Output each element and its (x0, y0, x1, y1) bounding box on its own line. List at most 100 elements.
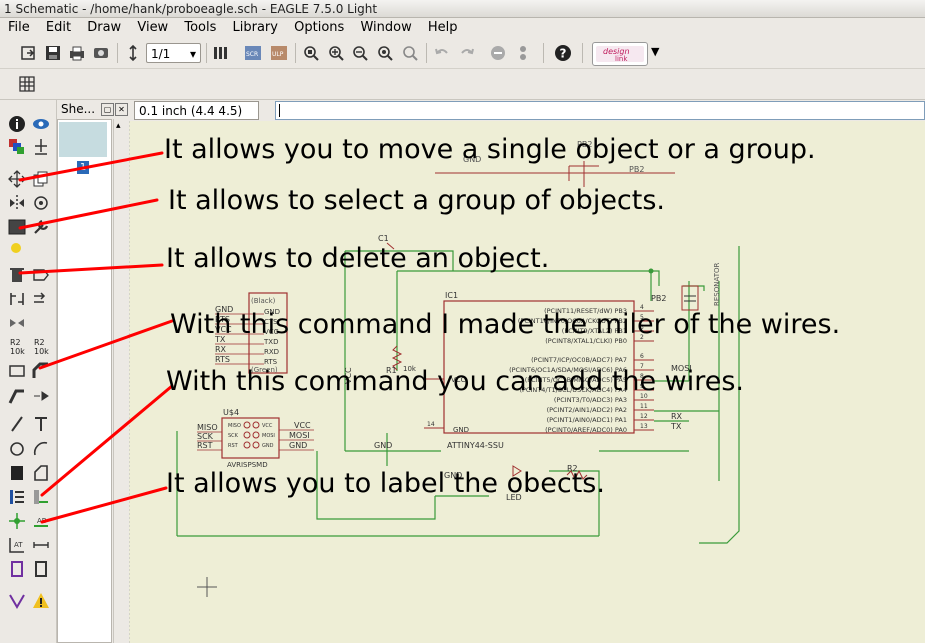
gnd-mid-label: GND (374, 441, 392, 450)
attribute-icon[interactable]: AT (8, 536, 26, 554)
redo-icon[interactable] (458, 44, 476, 62)
mirror-icon[interactable] (8, 194, 26, 212)
mark-icon[interactable] (32, 138, 50, 156)
script-icon[interactable]: SCR (244, 44, 262, 62)
change-icon[interactable] (32, 218, 50, 236)
isp-pin-r-0: VCC (262, 423, 273, 429)
open-icon[interactable] (20, 44, 38, 62)
pinswap-icon[interactable] (8, 290, 26, 308)
menu-view[interactable]: View (133, 18, 172, 38)
arc-icon[interactable] (32, 440, 50, 458)
value-tool-label[interactable]: R2 10k (34, 338, 49, 356)
invoke-icon[interactable] (32, 387, 50, 405)
menu-help[interactable]: Help (424, 18, 462, 38)
save-icon[interactable] (44, 44, 62, 62)
add-icon[interactable] (32, 266, 50, 284)
smash-icon[interactable] (8, 362, 26, 380)
command-row: 0.1 inch (4.4 4.5) (129, 100, 925, 121)
group-icon[interactable] (8, 218, 26, 236)
erc-icon[interactable] (8, 592, 26, 610)
menu-tools[interactable]: Tools (180, 18, 220, 38)
gateswap-icon[interactable] (8, 314, 26, 332)
top-pb2-label: PB2 (629, 165, 644, 174)
c1-label: C1 (378, 234, 389, 243)
ftdi-net-4: RX (215, 345, 227, 354)
grid-icon[interactable] (18, 75, 36, 93)
isp-pin-l-0: MISO (228, 423, 241, 429)
sheet-thumbnail[interactable] (59, 122, 107, 157)
polygon-icon[interactable] (32, 464, 50, 482)
module-icon[interactable] (32, 560, 50, 578)
zoom-redraw-icon[interactable] (376, 44, 394, 62)
paste-icon[interactable] (8, 240, 26, 258)
name-tool-label[interactable]: R2 10k (10, 338, 25, 356)
stop-icon[interactable] (489, 44, 507, 62)
display-icon[interactable] (8, 138, 26, 156)
wire-icon[interactable] (8, 415, 26, 433)
isp-name-label: U$4 (223, 408, 239, 417)
zoom-in-icon[interactable] (327, 44, 345, 62)
ic-pin-11: (PCINT0/AREF/ADC0) PA0 (545, 426, 627, 434)
dimension-icon[interactable] (32, 536, 50, 554)
menu-draw[interactable]: Draw (83, 18, 125, 38)
miter-icon[interactable] (32, 362, 50, 380)
undo-icon[interactable] (433, 44, 451, 62)
replace-icon[interactable] (32, 290, 50, 308)
info-icon[interactable] (8, 115, 26, 133)
isp-right-2: GND (289, 441, 307, 450)
isp-right-0: VCC (294, 421, 311, 430)
frame-icon[interactable] (8, 560, 26, 578)
circle-icon[interactable] (8, 440, 26, 458)
zoom-select-icon[interactable] (401, 44, 419, 62)
svg-text:?: ? (560, 47, 567, 61)
menu-file[interactable]: File (4, 18, 34, 38)
move-icon[interactable] (8, 170, 26, 188)
isp-pin-l-2: RST (228, 443, 239, 449)
window-title: 1 Schematic - /home/hank/proboeagle.sch … (0, 0, 925, 18)
pb2-right-label: PB2 (651, 294, 666, 303)
split-icon[interactable] (8, 387, 26, 405)
ftdi-pin-5: RTS (264, 358, 278, 366)
warning-icon[interactable] (32, 592, 50, 610)
sheets-close-icon[interactable]: ✕ (115, 103, 128, 116)
ulp-icon[interactable]: ULP (270, 44, 288, 62)
help-icon[interactable]: ? (554, 44, 572, 62)
zoom-fit-icon[interactable] (302, 44, 320, 62)
zoom-out-icon[interactable] (351, 44, 369, 62)
menu-edit[interactable]: Edit (42, 18, 75, 38)
rotate-icon[interactable] (32, 194, 50, 212)
bus-icon[interactable] (8, 488, 26, 506)
menu-options[interactable]: Options (290, 18, 348, 38)
net-icon[interactable] (32, 488, 50, 506)
rect-icon[interactable] (8, 464, 26, 482)
text-icon[interactable] (32, 415, 50, 433)
menu-library[interactable]: Library (229, 18, 282, 38)
cam-icon[interactable] (92, 44, 110, 62)
isp-right-1: MOSI (289, 431, 310, 440)
design-link-dropdown-icon[interactable]: ▼ (651, 45, 659, 58)
print-icon[interactable] (68, 44, 86, 62)
sheets-float-icon[interactable]: ▢ (101, 103, 114, 116)
delete-icon[interactable] (8, 266, 26, 284)
command-input[interactable] (275, 101, 925, 120)
isp-pin-l-1: SCK (228, 433, 239, 439)
annotation-miter: With this command I made the miler of th… (170, 309, 841, 340)
scroll-up-icon[interactable]: ▴ (116, 121, 121, 131)
junction-icon[interactable] (8, 512, 26, 530)
sheet-list-scrollbar[interactable]: ▴ (113, 119, 128, 643)
design-link-logo-icon: designlink (596, 46, 644, 63)
svg-text:AT: AT (14, 541, 23, 549)
param-toolbar (0, 69, 925, 100)
sheet-updown-icon[interactable] (124, 44, 142, 62)
resonator-label: RESONATOR (713, 262, 721, 306)
design-link-button[interactable]: design link (592, 42, 648, 66)
ic-gnd-pin-number: 14 (427, 421, 435, 428)
bars-icon[interactable] (212, 44, 230, 62)
go-icon[interactable] (514, 44, 532, 62)
label-icon[interactable]: AB (32, 512, 50, 530)
show-icon[interactable] (32, 115, 50, 133)
copy-icon[interactable] (32, 170, 50, 188)
menu-window[interactable]: Window (356, 18, 415, 38)
ftdi-top-label: (Black) (251, 297, 276, 305)
sheet-select[interactable]: 1/1 ▾ (146, 43, 201, 63)
